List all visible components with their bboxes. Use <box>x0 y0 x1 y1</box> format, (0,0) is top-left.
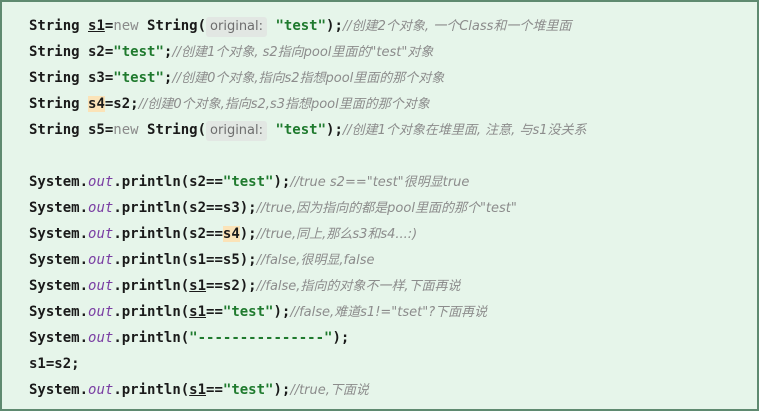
code-line: System.out.println(s2==s3);//true,因为指向的都… <box>29 195 747 221</box>
underlined-variable: s1 <box>189 304 207 320</box>
field-token: out <box>88 278 114 294</box>
code-token: System. <box>29 382 89 398</box>
code-token: .println(s2== <box>113 174 223 190</box>
code-token: ); <box>326 18 343 34</box>
code-token: .println( <box>113 382 190 398</box>
code-line: String s3="test";//创建0个对象,指向s2指想pool里面的那… <box>29 65 747 91</box>
underlined-variable: s1 <box>189 382 207 398</box>
code-token: System. <box>29 252 89 268</box>
code-line: String s5=new String(original: "test");/… <box>29 117 747 143</box>
code-token: =s2; <box>104 96 139 112</box>
string-literal: "test" <box>222 382 274 398</box>
code-token: s1=s2; <box>29 356 80 372</box>
string-literal: "test" <box>222 304 274 320</box>
parameter-hint: original: <box>206 17 268 37</box>
string-literal: "test" <box>275 18 327 34</box>
string-literal: "test" <box>275 122 327 138</box>
code-comment: //true,同上,那么s3和s4...:) <box>256 227 418 242</box>
code-line: System.out.println(s1==s5);//false,很明显,f… <box>29 247 747 273</box>
code-line: System.out.println(s2==s4);//true,同上,那么s… <box>29 221 747 247</box>
code-line: System.out.println(s2=="test");//true s2… <box>29 169 747 195</box>
code-comment: //创建1个对象在堆里面, 注意, 与s1没关系 <box>342 123 587 138</box>
code-token: String s3= <box>29 70 114 86</box>
code-token: System. <box>29 226 89 242</box>
code-token: System. <box>29 330 89 346</box>
code-comment: //false,难道s1!="tset"?下面再说 <box>290 305 488 320</box>
code-token: .println( <box>113 278 190 294</box>
code-token: ); <box>332 330 350 346</box>
code-token: .println( <box>113 330 190 346</box>
parameter-hint: original: <box>206 121 268 141</box>
field-token: out <box>88 226 114 242</box>
code-comment: //true,下面说 <box>290 383 369 398</box>
code-editor-panel: String s1=new String(original: "test");/… <box>0 0 759 411</box>
code-token: String <box>29 18 89 34</box>
highlighted-variable: s4 <box>222 226 240 242</box>
code-line: String s4=s2;//创建0个对象,指向s2,s3指想pool里面的那个… <box>29 91 747 117</box>
field-token: out <box>88 200 114 216</box>
code-token: System. <box>29 278 89 294</box>
code-token: .println(s2==s3); <box>113 200 257 216</box>
code-token: System. <box>29 200 89 216</box>
keyword-token: new <box>113 122 139 138</box>
code-comment: //false,指向的对象不一样,下面再说 <box>256 279 461 294</box>
code-line: System.out.println(s1=="test");//true,下面… <box>29 377 747 403</box>
code-token: ==s2); <box>206 278 257 294</box>
code-line: System.out.println(s1=="test");//false,难… <box>29 299 747 325</box>
code-line: s1=s2; <box>29 351 747 377</box>
code-line: String s1=new String(original: "test");/… <box>29 13 747 39</box>
code-token: ); <box>326 122 343 138</box>
blank-code-line <box>29 143 747 169</box>
field-token: out <box>88 382 114 398</box>
field-token: out <box>88 330 114 346</box>
code-token: ); <box>273 174 291 190</box>
code-token: System. <box>29 174 89 190</box>
code-token: .println(s2== <box>113 226 223 242</box>
string-literal: "test" <box>113 44 164 60</box>
code-comment: //false,很明显,false <box>256 253 375 268</box>
code-token: System. <box>29 304 89 320</box>
code-token: .println(s1==s5); <box>113 252 257 268</box>
field-token: out <box>88 174 114 190</box>
underlined-variable: s1 <box>189 278 207 294</box>
code-line: System.out.println("---------------"); <box>29 325 747 351</box>
field-token: out <box>88 304 114 320</box>
code-token: String s5= <box>29 122 114 138</box>
code-token: == <box>206 304 223 320</box>
string-literal: "---------------" <box>189 330 333 346</box>
code-listing[interactable]: String s1=new String(original: "test");/… <box>29 13 747 403</box>
code-token: == <box>206 382 223 398</box>
code-line: System.out.println(s1==s2);//false,指向的对象… <box>29 273 747 299</box>
code-token: String <box>29 96 89 112</box>
code-comment: //创建0个对象,指向s2,s3指想pool里面的那个对象 <box>138 97 430 112</box>
code-comment: //true,因为指向的都是pool里面的那个"test" <box>256 201 517 216</box>
code-token: .println( <box>113 304 190 320</box>
keyword-token: new <box>113 18 139 34</box>
code-comment: //创建2个对象, 一个Class和一个堆里面 <box>342 19 572 34</box>
code-token: String( <box>138 18 207 34</box>
code-comment: //true s2=="test"很明显true <box>290 175 470 190</box>
code-token: ); <box>273 382 291 398</box>
code-token: String( <box>138 122 207 138</box>
highlighted-variable: s4 <box>88 96 105 112</box>
code-line: String s2="test";//创建1个对象, s2指向pool里面的"t… <box>29 39 747 65</box>
code-token: ); <box>273 304 291 320</box>
underlined-variable: s1 <box>88 18 105 34</box>
string-literal: "test" <box>222 174 274 190</box>
code-token: String s2= <box>29 44 114 60</box>
code-comment: //创建0个对象,指向s2指想pool里面的那个对象 <box>172 71 445 86</box>
code-comment: //创建1个对象, s2指向pool里面的"test"对象 <box>172 45 434 60</box>
field-token: out <box>88 252 114 268</box>
code-token: ); <box>239 226 257 242</box>
string-literal: "test" <box>113 70 164 86</box>
